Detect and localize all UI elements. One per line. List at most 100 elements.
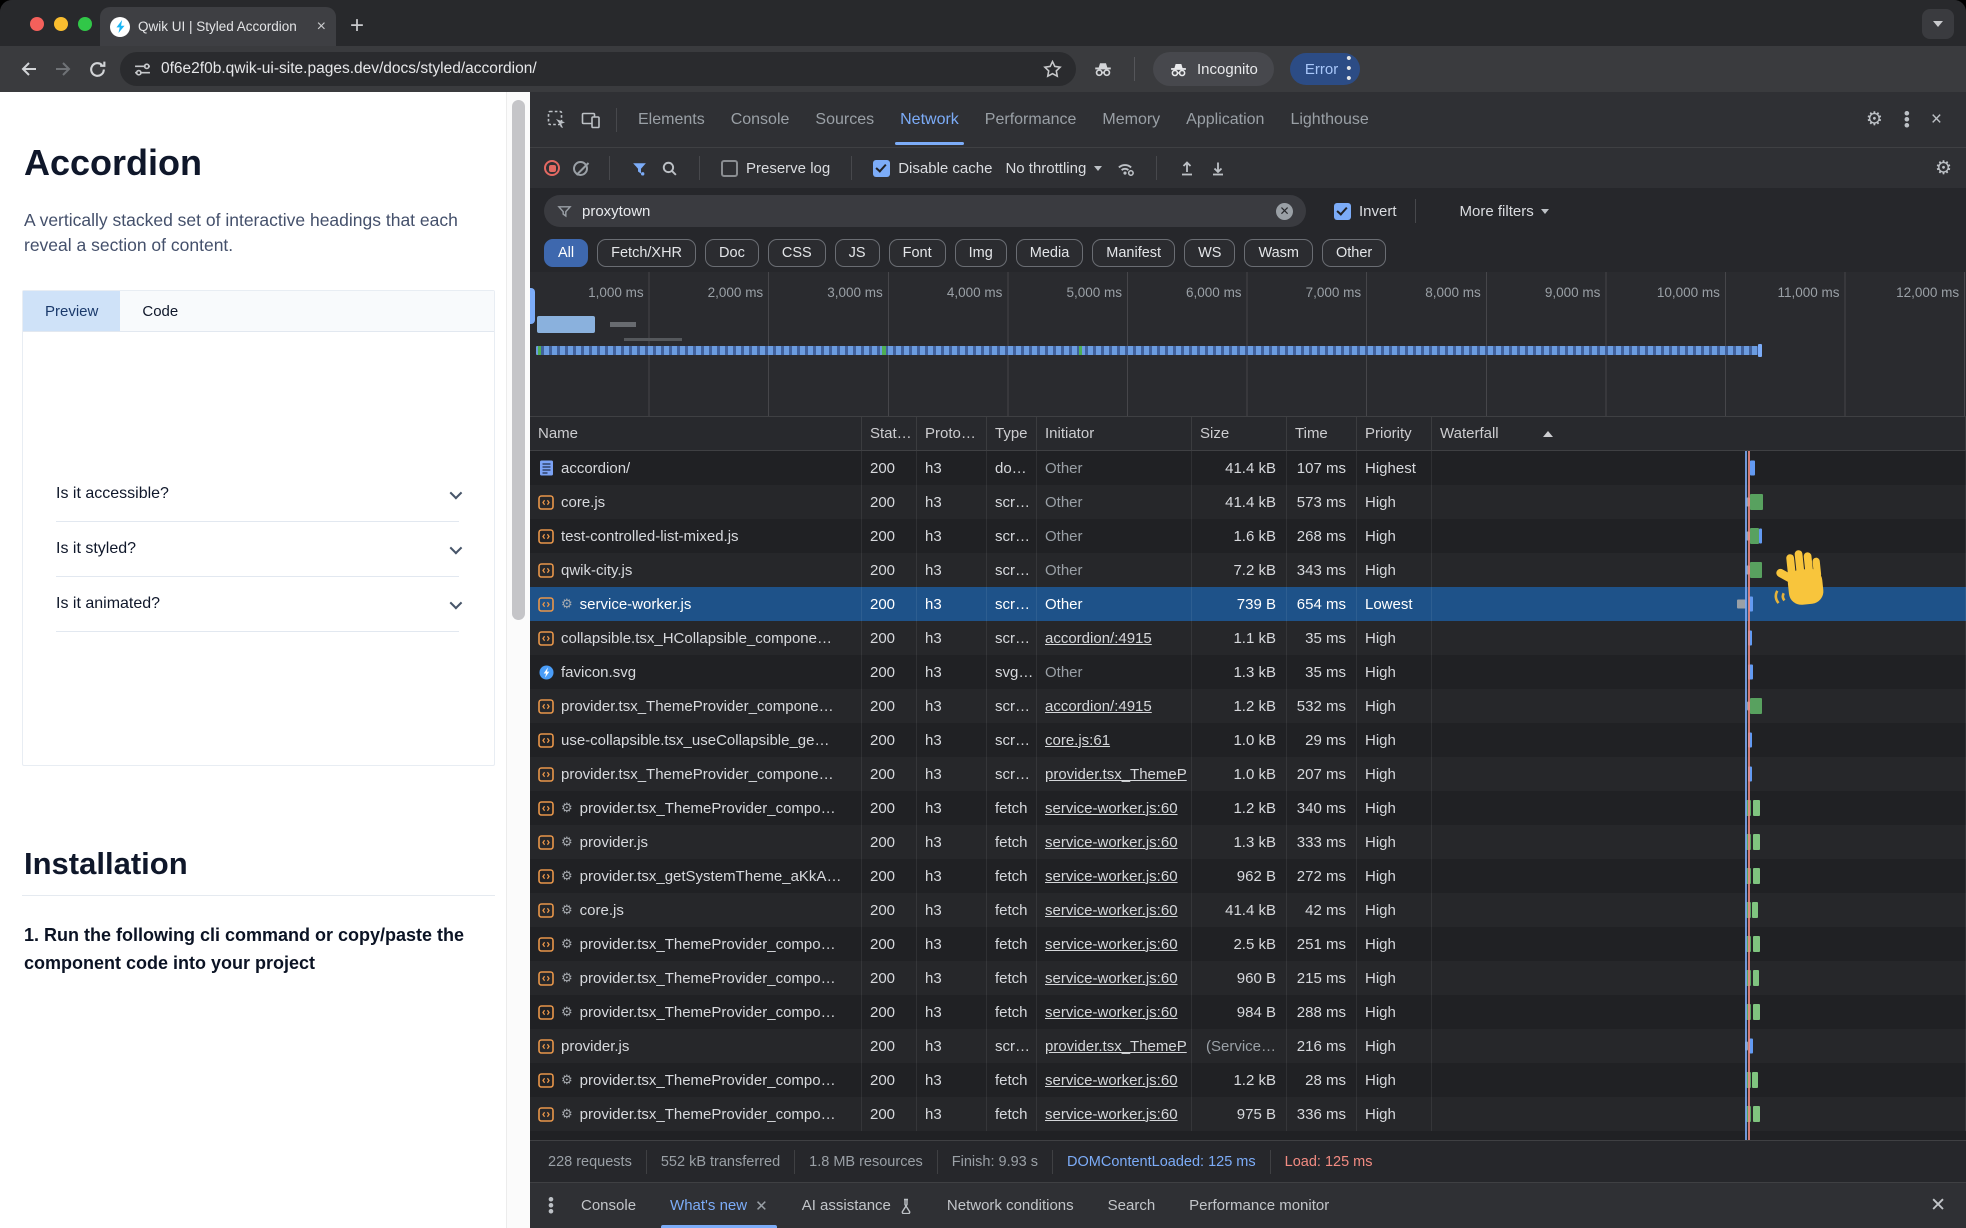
more-filters-button[interactable]: More filters [1460, 203, 1549, 220]
drawer-tab[interactable]: Search ✕ [1091, 1183, 1173, 1228]
table-row[interactable]: ⚙ core.js 200 h3 scr… Other 41.4 kB 573 … [530, 485, 1966, 519]
table-row[interactable]: ⚙ collapsible.tsx_HCollapsible_compone… … [530, 621, 1966, 655]
page-scrollbar[interactable] [506, 92, 530, 1228]
close-drawer-icon[interactable]: ✕ [1930, 1194, 1966, 1217]
filter-chip[interactable]: CSS [768, 239, 826, 267]
table-row[interactable]: ⚙ provider.tsx_ThemeProvider_compo… 200 … [530, 1063, 1966, 1097]
initiator-link[interactable]: Other [1037, 451, 1192, 485]
url-text[interactable]: 0f6e2f0b.qwik-ui-site.pages.dev/docs/sty… [161, 60, 1033, 78]
column-header-name[interactable]: Name [530, 417, 862, 450]
bookmark-star-icon[interactable] [1043, 60, 1062, 79]
initiator-link[interactable]: service-worker.js:60 [1037, 825, 1192, 859]
filter-chip[interactable]: Img [955, 239, 1007, 267]
minimize-window-button[interactable] [54, 17, 68, 31]
table-row[interactable]: ⚙ provider.tsx_ThemeProvider_compo… 200 … [530, 1097, 1966, 1131]
table-row[interactable]: ⚙ provider.tsx_ThemeProvider_compo… 200 … [530, 961, 1966, 995]
network-overview[interactable]: 1,000 ms2,000 ms3,000 ms4,000 ms5,000 ms… [530, 272, 1966, 417]
filter-chip[interactable]: WS [1184, 239, 1235, 267]
filter-chip[interactable]: Doc [705, 239, 759, 267]
initiator-link[interactable]: Other [1037, 519, 1192, 553]
drawer-tab[interactable]: AI assistance ✕ [785, 1183, 930, 1228]
network-conditions-icon[interactable] [1115, 158, 1135, 178]
forward-button[interactable] [46, 52, 80, 86]
devtools-tab[interactable]: Application [1173, 92, 1277, 147]
devtools-tab[interactable]: Memory [1089, 92, 1173, 147]
reload-button[interactable] [80, 52, 114, 86]
incognito-extension-icon[interactable] [1086, 52, 1120, 86]
drawer-tab[interactable]: Network conditions ✕ [930, 1183, 1091, 1228]
drawer-tab[interactable]: Console ✕ [564, 1183, 653, 1228]
inspect-element-icon[interactable] [540, 103, 574, 137]
table-row[interactable]: ⚙ provider.tsx_ThemeProvider_compo… 200 … [530, 791, 1966, 825]
initiator-link[interactable]: service-worker.js:60 [1037, 961, 1192, 995]
accordion-item[interactable]: Is it styled? [56, 522, 459, 577]
filter-value[interactable]: proxytown [582, 203, 1266, 220]
table-row[interactable]: ⚙ provider.js 200 h3 fetch service-worke… [530, 825, 1966, 859]
column-header-status[interactable]: Stat… [862, 417, 917, 450]
filter-chip[interactable]: Manifest [1092, 239, 1175, 267]
devtools-tab[interactable]: Elements [625, 92, 718, 147]
initiator-link[interactable]: provider.tsx_ThemeP [1037, 1029, 1192, 1063]
invert-checkbox[interactable] [1334, 203, 1351, 220]
filter-chip[interactable]: All [544, 239, 588, 267]
initiator-link[interactable]: provider.tsx_ThemeP [1037, 757, 1192, 791]
network-settings-gear-icon[interactable]: ⚙ [1935, 157, 1952, 180]
filter-chip[interactable]: Media [1016, 239, 1084, 267]
devtools-tab[interactable]: Console [718, 92, 803, 147]
initiator-link[interactable]: Other [1037, 553, 1192, 587]
import-har-icon[interactable] [1178, 159, 1196, 177]
devtools-tab[interactable]: Network [887, 92, 972, 147]
initiator-link[interactable]: Other [1037, 485, 1192, 519]
error-button[interactable]: Error ••• [1290, 53, 1360, 85]
record-button[interactable] [544, 160, 560, 176]
initiator-link[interactable]: Other [1037, 655, 1192, 689]
column-header-initiator[interactable]: Initiator [1037, 417, 1192, 450]
table-row[interactable]: ⚙ provider.js 200 h3 scr… provider.tsx_T… [530, 1029, 1966, 1063]
tab-search-button[interactable] [1922, 9, 1954, 39]
initiator-link[interactable]: service-worker.js:60 [1037, 859, 1192, 893]
kebab-menu-icon[interactable]: ••• [1903, 111, 1911, 129]
filter-chip[interactable]: Fetch/XHR [597, 239, 696, 267]
accordion-item[interactable]: Is it accessible? [56, 467, 459, 522]
initiator-link[interactable]: core.js:61 [1037, 723, 1192, 757]
close-window-button[interactable] [30, 17, 44, 31]
initiator-link[interactable]: service-worker.js:60 [1037, 1097, 1192, 1131]
table-row[interactable]: ⚙ provider.tsx_ThemeProvider_compone… 20… [530, 689, 1966, 723]
filter-input[interactable]: proxytown ✕ [544, 195, 1306, 227]
settings-gear-icon[interactable]: ⚙ [1866, 108, 1883, 131]
column-header-type[interactable]: Type [987, 417, 1037, 450]
table-row[interactable]: ⚙ favicon.svg 200 h3 svg… Other 1.3 kB 3… [530, 655, 1966, 689]
search-icon[interactable] [661, 160, 678, 177]
filter-icon[interactable] [631, 160, 648, 177]
table-row[interactable]: ⚙ core.js 200 h3 fetch service-worker.js… [530, 893, 1966, 927]
filter-chip[interactable]: Wasm [1244, 239, 1313, 267]
devtools-tab[interactable]: Sources [802, 92, 887, 147]
table-row[interactable]: ⚙ test-controlled-list-mixed.js 200 h3 s… [530, 519, 1966, 553]
export-har-icon[interactable] [1209, 159, 1227, 177]
initiator-link[interactable]: accordion/:4915 [1037, 621, 1192, 655]
scrollbar-thumb[interactable] [512, 100, 525, 620]
filter-chip[interactable]: Other [1322, 239, 1386, 267]
initiator-link[interactable]: service-worker.js:60 [1037, 893, 1192, 927]
preserve-log-checkbox[interactable] [721, 160, 738, 177]
column-header-size[interactable]: Size [1192, 417, 1287, 450]
initiator-link[interactable]: service-worker.js:60 [1037, 995, 1192, 1029]
column-header-protocol[interactable]: Proto… [917, 417, 987, 450]
disable-cache-checkbox[interactable] [873, 160, 890, 177]
drawer-tab[interactable]: What's new ✕ [653, 1183, 785, 1228]
tab-close-icon[interactable]: × [317, 18, 326, 36]
initiator-link[interactable]: accordion/:4915 [1037, 689, 1192, 723]
table-row[interactable]: ⚙ provider.tsx_getSystemTheme_aKkA… 200 … [530, 859, 1966, 893]
column-header-time[interactable]: Time [1287, 417, 1357, 450]
demo-tab[interactable]: Preview [23, 291, 120, 331]
filter-chip[interactable]: Font [889, 239, 946, 267]
devtools-tab[interactable]: Performance [972, 92, 1090, 147]
overview-selection-handle[interactable] [530, 288, 535, 324]
column-header-waterfall[interactable]: Waterfall [1432, 417, 1966, 450]
address-bar[interactable]: 0f6e2f0b.qwik-ui-site.pages.dev/docs/sty… [120, 52, 1076, 86]
filter-chip[interactable]: JS [835, 239, 880, 267]
back-button[interactable] [12, 52, 46, 86]
new-tab-button[interactable]: + [350, 8, 364, 44]
initiator-link[interactable]: service-worker.js:60 [1037, 791, 1192, 825]
clear-icon[interactable] [573, 161, 588, 176]
